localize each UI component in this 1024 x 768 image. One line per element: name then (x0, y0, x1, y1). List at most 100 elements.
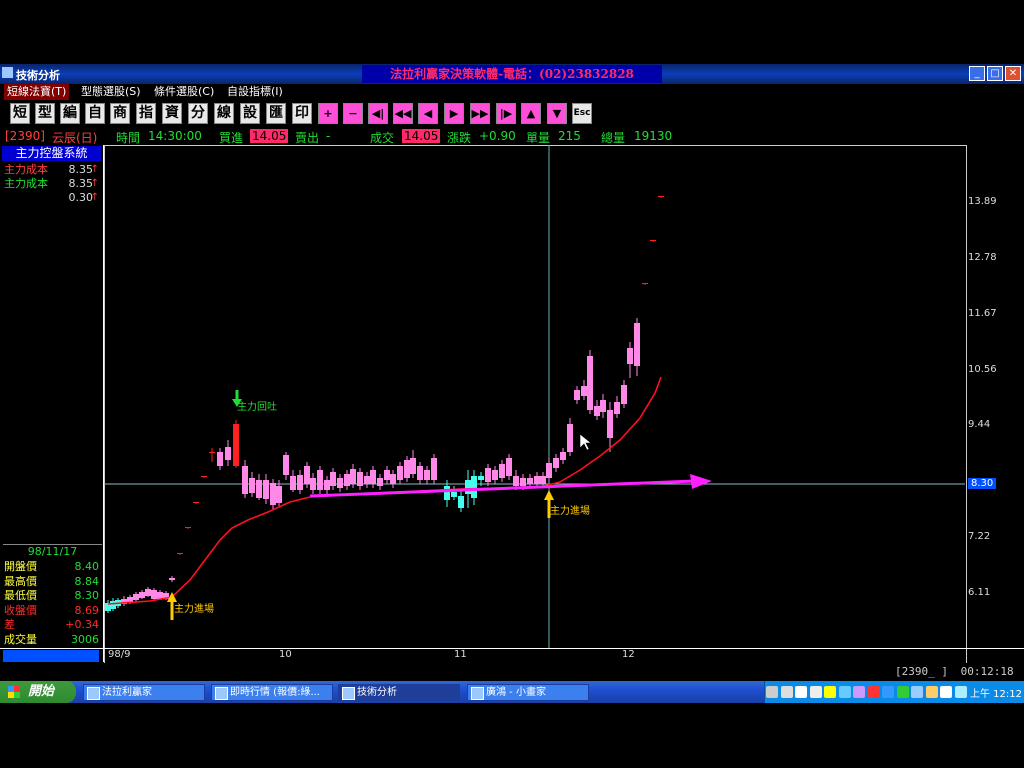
task-label: 即時行情 (報價:綠... (230, 687, 320, 698)
candle (650, 240, 656, 241)
candle (350, 469, 356, 484)
line-button[interactable]: 線 (214, 103, 234, 124)
total-volume-value: 19130 (634, 129, 673, 143)
candle (317, 470, 323, 490)
candle (217, 452, 223, 466)
status-code: [2390_ ] (895, 665, 948, 678)
taskbar-task[interactable]: 即時行情 (報價:綠... (211, 684, 333, 701)
candle (520, 478, 526, 486)
esc-button[interactable]: Esc (572, 103, 592, 124)
x-tick-label: 98/9 (108, 649, 131, 660)
tray-icon[interactable] (940, 686, 952, 698)
task-app-icon (87, 687, 100, 700)
candle (499, 464, 505, 478)
custom-button[interactable]: 自 (85, 103, 105, 124)
pattern-button[interactable]: 型 (35, 103, 55, 124)
tray-icon[interactable] (838, 686, 851, 698)
start-button[interactable]: 開始 (0, 681, 76, 703)
tray-icon[interactable] (896, 686, 909, 698)
sell-value: - (326, 129, 331, 143)
up-button[interactable]: ▲ (521, 103, 541, 124)
y-tick-label: 12.78 (968, 252, 997, 263)
taskbar-task[interactable]: 技術分析 (338, 684, 460, 701)
volume-label: 單量 (526, 131, 551, 145)
maximize-button[interactable]: □ (987, 66, 1003, 81)
ohlc-row: 差 +0.34 (4, 618, 99, 632)
tray-icon[interactable] (867, 686, 880, 698)
tray-icon[interactable] (911, 686, 923, 698)
candle (397, 466, 403, 480)
candle (324, 480, 330, 490)
first-button[interactable]: ◀| (368, 103, 388, 124)
candle (242, 466, 248, 494)
clock: 上午 12:12 (970, 689, 1022, 700)
candle (621, 385, 627, 404)
analysis-button[interactable]: 分 (188, 103, 208, 124)
tray-icon[interactable] (954, 686, 967, 698)
tray-icon[interactable] (882, 686, 894, 698)
y-tick-label: 9.44 (968, 419, 991, 430)
candle (478, 476, 484, 480)
settings-button[interactable]: 設 (240, 103, 260, 124)
ohlc-label: 最高價 (4, 574, 37, 588)
ohlc-value: 8.30 (74, 589, 100, 602)
zoom-out-button[interactable]: − (343, 103, 363, 124)
tray-icon[interactable] (809, 686, 822, 698)
task-app-icon (342, 687, 355, 700)
minimize-icon: _ (974, 68, 980, 79)
edit-button[interactable]: 編 (60, 103, 80, 124)
candle (560, 452, 566, 460)
candlestick-chart[interactable]: 主力進場 主力回吐主力進場 (104, 145, 965, 648)
tray-icon[interactable] (766, 686, 778, 698)
menu-custom-indicator[interactable]: 自設指標(I) (224, 84, 286, 100)
taskbar-task[interactable]: 法拉利贏家 (83, 684, 205, 701)
candle (151, 590, 157, 599)
signal-annotation: 主力進場 (550, 504, 590, 517)
change-value: +0.90 (479, 129, 516, 143)
candle (370, 470, 376, 484)
menu-condition-select[interactable]: 條件選股(C) (151, 84, 217, 100)
last-button[interactable]: |▶ (496, 103, 516, 124)
minimize-button[interactable]: _ (969, 66, 985, 81)
export-button[interactable]: 匯 (266, 103, 286, 124)
tray-icon[interactable] (780, 686, 793, 698)
taskbar-task[interactable]: 廣鴻 - 小畫家 (467, 684, 589, 701)
moving-average-line (107, 376, 662, 605)
menu-short-tools[interactable]: 短線法寶(T) (4, 84, 70, 100)
fast-back-button[interactable]: ◀◀ (393, 103, 413, 124)
candle (581, 386, 587, 396)
forward-button[interactable]: ▶ (444, 103, 464, 124)
candle (283, 455, 289, 475)
candle (304, 466, 310, 484)
tray-icon[interactable] (824, 686, 836, 698)
candle (157, 592, 163, 599)
tray-icon[interactable] (795, 686, 807, 698)
down-button[interactable]: ▼ (547, 103, 567, 124)
product-button[interactable]: 商 (110, 103, 130, 124)
zoom-in-button[interactable]: + (318, 103, 338, 124)
fast-forward-button[interactable]: ▶▶ (470, 103, 490, 124)
candle (600, 400, 606, 412)
print-button[interactable]: 印 (292, 103, 312, 124)
y-tick-label: 11.67 (968, 308, 997, 319)
x-tick-label: 11 (454, 649, 467, 660)
data-button[interactable]: 資 (162, 103, 182, 124)
tray-icon[interactable] (925, 686, 938, 698)
tray-icon[interactable] (853, 686, 865, 698)
deal-label: 成交 (370, 131, 395, 145)
menu-pattern-select[interactable]: 型態選股(S) (78, 84, 144, 100)
candle (627, 348, 633, 364)
indicator-button[interactable]: 指 (136, 103, 156, 124)
close-button[interactable]: ✕ (1005, 66, 1021, 81)
close-icon: ✕ (1008, 68, 1018, 79)
scroll-indicator[interactable] (3, 650, 99, 662)
y-tick-label: 8.30 (968, 478, 997, 489)
candle (384, 470, 390, 480)
candle (513, 476, 519, 486)
short-button[interactable]: 短 (10, 103, 30, 124)
candle (185, 527, 191, 528)
ohlc-row: 收盤價 8.69 (4, 604, 99, 618)
task-label: 廣鴻 - 小畫家 (486, 687, 546, 698)
ohlc-label: 成交量 (4, 632, 37, 646)
back-button[interactable]: ◀ (418, 103, 438, 124)
